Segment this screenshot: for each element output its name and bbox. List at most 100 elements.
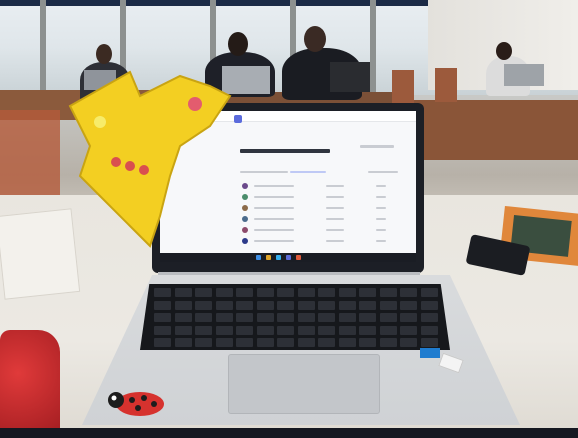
key: [154, 325, 171, 335]
key: [174, 300, 192, 310]
background-laptop: [330, 62, 370, 92]
key: [256, 338, 274, 347]
folder-icon[interactable]: [266, 255, 271, 260]
key: [297, 300, 315, 310]
key: [256, 325, 274, 335]
row-avatar: [242, 183, 248, 189]
key: [215, 300, 233, 310]
window-mullion: [370, 0, 376, 95]
row-avatar: [242, 227, 248, 233]
row-text: [254, 240, 294, 242]
key: [174, 325, 192, 335]
row-text: [326, 229, 344, 231]
row-text: [254, 185, 294, 187]
key: [359, 325, 376, 335]
key: [379, 288, 397, 297]
key: [318, 313, 335, 322]
key: [215, 313, 233, 322]
key: [297, 338, 315, 347]
crown-gem: [94, 116, 106, 128]
sticker-blue: [420, 348, 440, 358]
key: [297, 313, 315, 322]
key: [195, 288, 212, 297]
crown-gem: [111, 157, 121, 167]
key: [277, 325, 294, 335]
key: [277, 300, 294, 310]
key: [154, 288, 171, 297]
touchpad: [228, 354, 380, 414]
key: [420, 338, 438, 347]
key: [154, 313, 171, 322]
key: [379, 313, 397, 322]
chair: [435, 68, 457, 102]
key: [195, 313, 212, 322]
window-mullion: [40, 0, 46, 95]
key: [338, 300, 356, 310]
key: [195, 338, 212, 347]
person-head: [496, 42, 512, 60]
key: [215, 325, 233, 335]
crown-gem: [125, 161, 135, 171]
header-link[interactable]: [360, 145, 394, 148]
row-text: [376, 218, 386, 220]
filter-label: [240, 171, 288, 173]
key: [154, 300, 171, 310]
key: [174, 288, 192, 297]
row-text: [326, 240, 344, 242]
key: [318, 338, 335, 347]
row-avatar: [242, 238, 248, 244]
key: [420, 325, 438, 335]
row-avatar: [242, 216, 248, 222]
key: [154, 338, 171, 347]
sort-control[interactable]: [368, 171, 398, 173]
key: [318, 288, 335, 297]
key: [297, 325, 315, 335]
key: [420, 313, 438, 322]
filter-chip[interactable]: [290, 171, 326, 173]
row-text: [326, 196, 344, 198]
key: [338, 338, 356, 347]
row-text: [376, 207, 386, 209]
keyboard: [140, 284, 450, 350]
row-avatar: [242, 194, 248, 200]
browser-icon[interactable]: [276, 255, 281, 260]
key: [400, 325, 417, 335]
key: [256, 288, 274, 297]
row-text: [326, 185, 344, 187]
key: [359, 288, 376, 297]
photo: [0, 0, 578, 438]
key: [215, 288, 233, 297]
person-head: [304, 26, 326, 52]
row-text: [376, 240, 386, 242]
app-icon[interactable]: [286, 255, 291, 260]
row-text: [254, 229, 294, 231]
start-icon[interactable]: [256, 255, 261, 260]
key: [297, 288, 315, 297]
row-text: [254, 218, 294, 220]
frame-edge: [0, 428, 578, 438]
key: [359, 313, 376, 322]
key: [174, 313, 192, 322]
key: [277, 338, 294, 347]
key: [338, 288, 356, 297]
key: [400, 313, 417, 322]
key: [338, 313, 356, 322]
row-text: [376, 185, 386, 187]
row-text: [254, 207, 294, 209]
ladybug-sticker: [108, 392, 164, 416]
app-icon[interactable]: [296, 255, 301, 260]
crown-gem: [139, 165, 149, 175]
pencil-case: [0, 330, 60, 438]
person-head: [228, 32, 248, 56]
key: [379, 325, 397, 335]
chair: [392, 70, 414, 104]
key: [420, 300, 438, 310]
key: [379, 300, 397, 310]
key: [318, 300, 335, 310]
key: [236, 325, 253, 335]
key: [379, 338, 397, 347]
key: [236, 338, 253, 347]
paper-crown: [68, 70, 232, 248]
key: [174, 338, 192, 347]
key: [236, 313, 253, 322]
